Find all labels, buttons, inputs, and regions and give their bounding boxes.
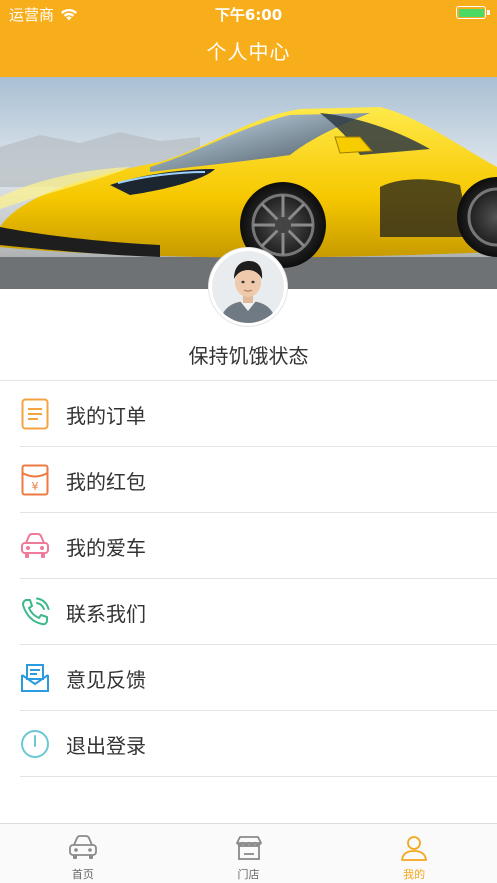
screen: 运营商 下午6:00 个人中心 保持饥饿状态 我的订单 ¥ 我的红包 我的爱车 … xyxy=(0,0,497,883)
battery-icon xyxy=(456,6,490,19)
menu-item-feedback[interactable]: 意见反馈 xyxy=(0,645,497,711)
menu-item-orders[interactable]: 我的订单 xyxy=(0,381,497,447)
menu-label-my-car: 我的爱车 xyxy=(66,535,146,560)
tab-bar: 首页 门店 我的 xyxy=(0,823,497,883)
menu-item-red-envelope[interactable]: ¥ 我的红包 xyxy=(0,447,497,513)
battery-fill xyxy=(458,8,484,17)
feedback-mail-icon xyxy=(20,663,50,693)
tab-store[interactable]: 门店 xyxy=(166,824,332,883)
user-photo xyxy=(212,251,284,323)
tab-home[interactable]: 首页 xyxy=(0,824,166,883)
power-icon xyxy=(20,729,50,759)
menu-label-logout: 退出登录 xyxy=(66,733,146,758)
status-time: 下午6:00 xyxy=(214,6,283,24)
menu-item-contact[interactable]: 联系我们 xyxy=(0,579,497,645)
battery-tip xyxy=(487,10,490,15)
tab-mine[interactable]: 我的 xyxy=(331,824,497,883)
avatar[interactable] xyxy=(209,248,287,326)
svg-text:¥: ¥ xyxy=(32,480,39,493)
status-bar: 运营商 下午6:00 xyxy=(0,0,497,26)
top-bar: 运营商 下午6:00 个人中心 xyxy=(0,0,497,77)
phone-icon xyxy=(20,597,50,627)
page-title: 个人中心 xyxy=(206,40,291,64)
user-icon xyxy=(401,836,428,861)
menu-label-feedback: 意见反馈 xyxy=(66,667,146,692)
menu-label-orders: 我的订单 xyxy=(66,403,146,428)
car-front-icon xyxy=(68,835,97,859)
menu-list: 我的订单 ¥ 我的红包 我的爱车 联系我们 意见反馈 退出登录 xyxy=(0,380,497,777)
menu-item-logout[interactable]: 退出登录 xyxy=(0,711,497,777)
store-icon xyxy=(235,836,262,860)
car-icon xyxy=(20,531,50,561)
red-envelope-icon: ¥ xyxy=(20,464,50,496)
username: 保持饥饿状态 xyxy=(188,344,309,368)
tab-label-store: 门店 xyxy=(237,868,260,881)
menu-label-contact: 联系我们 xyxy=(66,601,146,626)
menu-item-my-car[interactable]: 我的爱车 xyxy=(0,513,497,579)
tab-label-home: 首页 xyxy=(71,868,94,881)
order-list-icon xyxy=(20,398,50,430)
menu-label-red-envelope: 我的红包 xyxy=(66,469,146,494)
tab-label-mine: 我的 xyxy=(403,868,426,881)
